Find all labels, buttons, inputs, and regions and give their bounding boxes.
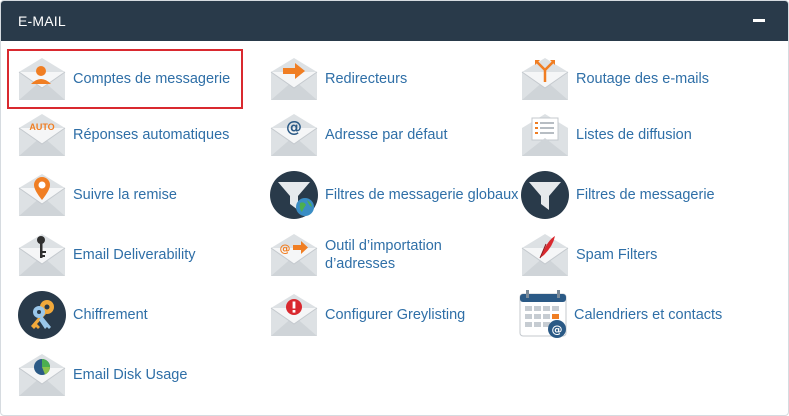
item-email-deliverability[interactable]: Email Deliverability [7,225,247,285]
item-reponses-automatiques[interactable]: AUTO Réponses automatiques [7,105,247,165]
item-label: Email Deliverability [73,247,196,263]
item-label: Adresse par défaut [325,127,448,143]
item-calendriers-et-contacts[interactable]: @ Calendriers et contacts [508,285,748,345]
item-email-disk-usage[interactable]: Email Disk Usage [7,345,247,405]
item-outil-importation-adresses[interactable]: @ Outil d’importation d’adresses [259,225,499,285]
key-envelope-icon [17,230,67,280]
item-label: Réponses automatiques [73,127,230,143]
item-label: Spam Filters [576,247,658,263]
spam-quill-envelope-icon [520,230,570,280]
user-envelope-icon [17,54,67,104]
item-redirecteurs[interactable]: Redirecteurs [259,49,499,109]
route-fork-envelope-icon [520,54,570,104]
item-label: Comptes de messagerie [73,71,231,87]
item-label: Filtres de messagerie globaux [325,187,519,203]
item-filtres-de-messagerie-globaux[interactable]: Filtres de messagerie globaux [259,165,519,225]
location-pin-envelope-icon [17,170,67,220]
item-label: Calendriers et contacts [574,307,723,323]
svg-text:@: @ [552,323,563,336]
item-label: Email Disk Usage [73,367,188,383]
item-spam-filters[interactable]: Spam Filters [510,225,750,285]
item-suivre-la-remise[interactable]: Suivre la remise [7,165,247,225]
item-label: Listes de diffusion [576,127,692,143]
disk-usage-pie-envelope-icon [17,350,67,400]
filter-funnel-icon [520,170,570,220]
item-label: Configurer Greylisting [325,307,466,323]
auto-envelope-icon: AUTO [17,110,67,160]
item-adresse-par-defaut[interactable]: @ Adresse par défaut [259,105,499,165]
auto-badge: AUTO [29,122,54,132]
global-filter-funnel-icon [269,170,319,220]
forward-arrow-envelope-icon [269,54,319,104]
item-chiffrement[interactable]: Chiffrement [7,285,247,345]
email-panel: E-MAIL Comptes de messagerie Redirecteur… [0,0,789,416]
svg-text:@: @ [280,242,291,255]
import-address-envelope-icon: @ [269,230,319,280]
calendar-contacts-icon: @ [518,290,568,340]
list-envelope-icon [520,110,570,160]
item-filtres-de-messagerie[interactable]: Filtres de messagerie [510,165,750,225]
at-envelope-icon: @ [269,110,319,160]
minus-icon[interactable] [752,15,768,27]
item-label: Outil d’importation d’adresses [325,237,475,273]
item-comptes-de-messagerie[interactable]: Comptes de messagerie [7,49,243,109]
encryption-keys-icon [17,290,67,340]
panel-header[interactable]: E-MAIL [1,1,788,41]
item-routage-des-emails[interactable]: Routage des e-mails [510,49,750,109]
item-label: Filtres de messagerie [576,187,715,203]
item-configurer-greylisting[interactable]: Configurer Greylisting [259,285,499,345]
svg-text:@: @ [286,117,302,136]
panel-title: E-MAIL [18,13,66,29]
item-listes-de-diffusion[interactable]: Listes de diffusion [510,105,750,165]
email-tools-grid: Comptes de messagerie Redirecteurs Routa… [1,41,788,415]
item-label: Routage des e-mails [576,71,709,87]
greylisting-alert-envelope-icon [269,290,319,340]
item-label: Suivre la remise [73,187,177,203]
item-label: Chiffrement [73,307,148,323]
item-label-line2: d’adresses [325,256,396,272]
item-label: Redirecteurs [325,71,408,87]
item-label-line1: Outil d’importation [325,238,442,254]
